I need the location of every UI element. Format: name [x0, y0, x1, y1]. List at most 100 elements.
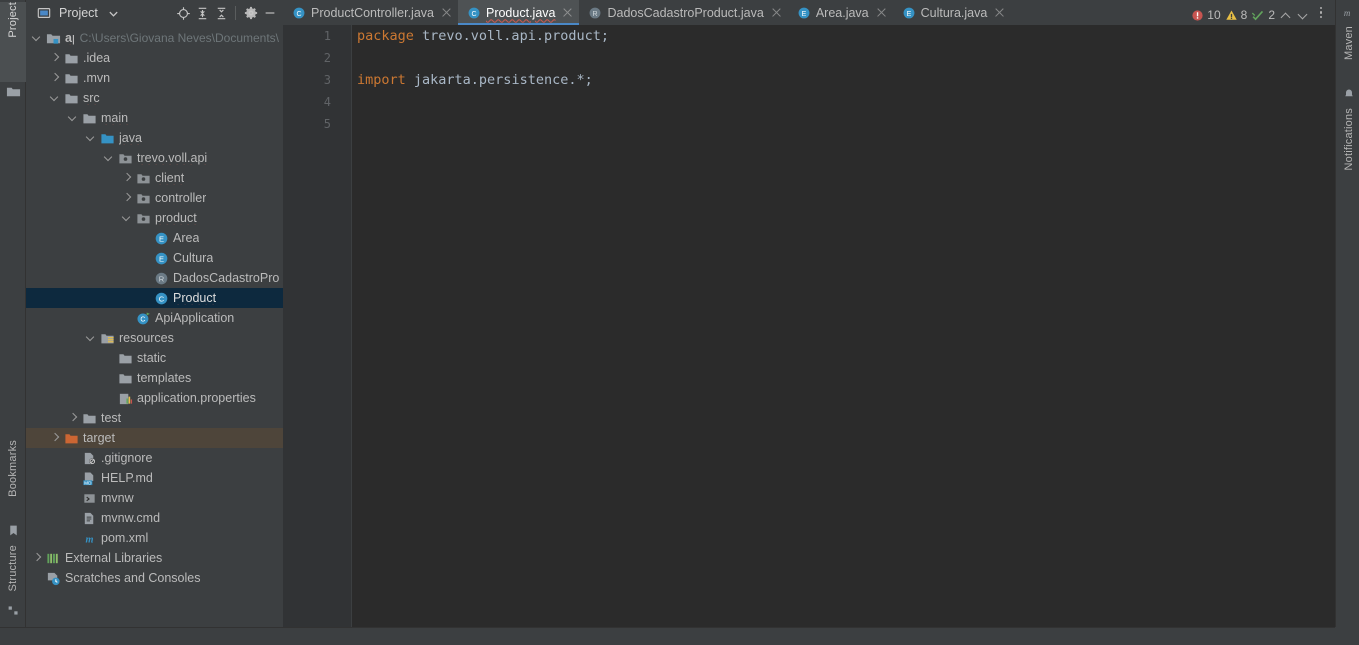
chevron-down-icon[interactable]	[86, 133, 97, 144]
typo-count[interactable]: 2	[1251, 8, 1275, 22]
editor-tab-productcontroller-java[interactable]: C ProductController.java	[283, 0, 458, 25]
error-count[interactable]: 10	[1191, 8, 1221, 22]
chevron-right-icon[interactable]	[122, 173, 133, 184]
gear-icon[interactable]	[242, 4, 260, 22]
minus-icon[interactable]	[261, 4, 279, 22]
tree-item-java[interactable]: java	[26, 128, 283, 148]
rail-button-project[interactable]: Project	[0, 2, 26, 82]
more-vertical-icon[interactable]	[1313, 6, 1329, 19]
code-line[interactable]	[351, 91, 1335, 113]
chevron-down-icon[interactable]	[1296, 9, 1309, 22]
java-class-icon: C	[467, 6, 481, 20]
code-content[interactable]: package trevo.voll.api.product; import ja…	[351, 25, 1335, 627]
chevron-down-icon[interactable]	[68, 113, 79, 124]
structure-icon	[0, 604, 26, 622]
editor-tab-area-java[interactable]: E Area.java	[788, 0, 893, 25]
rail-button-bookmarks[interactable]: Bookmarks	[0, 440, 26, 524]
tree-item--mvn[interactable]: .mvn	[26, 68, 283, 88]
chevron-down-icon[interactable]	[86, 333, 97, 344]
chevron-down-icon[interactable]	[122, 213, 133, 224]
tree-item-static[interactable]: static	[26, 348, 283, 368]
tree-item-product[interactable]: C Product	[26, 288, 283, 308]
close-icon[interactable]	[994, 7, 1005, 18]
chevron-down-icon[interactable]	[104, 153, 115, 164]
tree-item-resources[interactable]: resources	[26, 328, 283, 348]
chevron-right-icon[interactable]	[122, 193, 133, 204]
rail-button-notifications[interactable]: Notifications	[1336, 108, 1359, 200]
code-line[interactable]	[351, 47, 1335, 69]
collapse-all-icon[interactable]	[212, 4, 230, 22]
chevron-right-icon[interactable]	[32, 553, 43, 564]
record-class-icon: R	[588, 6, 602, 20]
warning-count[interactable]: 8	[1225, 8, 1247, 22]
close-icon[interactable]	[771, 7, 782, 18]
tree-item-mvnw[interactable]: mvnw	[26, 488, 283, 508]
chevron-down-icon[interactable]	[105, 4, 123, 22]
close-icon[interactable]	[562, 7, 573, 18]
tree-item--gitignore[interactable]: .gitignore	[26, 448, 283, 468]
tree-item-controller[interactable]: controller	[26, 188, 283, 208]
tree-item-scratches-and-consoles[interactable]: Scratches and Consoles	[26, 568, 283, 588]
project-panel-title: Project	[59, 6, 98, 20]
tree-item-apiapplication[interactable]: C ApiApplication	[26, 308, 283, 328]
editor-tab-label: Area.java	[815, 5, 869, 20]
tree-item-help-md[interactable]: MD HELP.md	[26, 468, 283, 488]
tree-item-product[interactable]: product	[26, 208, 283, 228]
tree-item-external-libraries[interactable]: External Libraries	[26, 548, 283, 568]
record-class-icon: R	[153, 270, 169, 286]
chevron-right-icon[interactable]	[68, 413, 79, 424]
rail-label-notifications: Notifications	[1343, 108, 1355, 171]
tree-item-src[interactable]: src	[26, 88, 283, 108]
tree-item-cultura[interactable]: E Cultura	[26, 248, 283, 268]
chevron-right-icon[interactable]	[50, 433, 61, 444]
chevron-down-icon[interactable]	[50, 93, 61, 104]
chevron-up-icon[interactable]	[1279, 9, 1292, 22]
tree-item-main[interactable]: main	[26, 108, 283, 128]
chevron-right-icon[interactable]	[50, 53, 61, 64]
expand-all-icon[interactable]	[193, 4, 211, 22]
tree-item--idea[interactable]: .idea	[26, 48, 283, 68]
tree-item-application-properties[interactable]: application.properties	[26, 388, 283, 408]
editor-gutter[interactable]: 1 2 3 4 5	[283, 25, 339, 627]
editor-body[interactable]: 1 2 3 4 5 package trevo.voll.api.product; imp…	[283, 25, 1335, 627]
rail-button-maven[interactable]: Maven	[1336, 26, 1359, 82]
tree-item-trevo-voll-api[interactable]: trevo.voll.api	[26, 148, 283, 168]
tree-item-api[interactable]: api C:\Users\Giovana Neves\Documents\	[26, 28, 283, 48]
tree-item-dadoscadastroprodu[interactable]: R DadosCadastroProdu	[26, 268, 283, 288]
folder-icon	[117, 350, 133, 366]
chevron-right-icon[interactable]	[50, 73, 61, 84]
close-icon[interactable]	[876, 7, 887, 18]
tree-item-area[interactable]: E Area	[26, 228, 283, 248]
editor-tab-dadoscadastroproduct-java[interactable]: R DadosCadastroProduct.java	[579, 0, 787, 25]
code-line[interactable]: package trevo.voll.api.product;	[351, 25, 1335, 47]
inspection-widget[interactable]: 10 8 2	[1191, 5, 1309, 25]
editor-tab-product-java[interactable]: C Product.java	[457, 0, 580, 25]
tree-item-templates[interactable]: templates	[26, 368, 283, 388]
tree-item-test[interactable]: test	[26, 408, 283, 428]
tree-item-pom-xml[interactable]: m pom.xml	[26, 528, 283, 548]
tree-item-target[interactable]: target	[26, 428, 283, 448]
resource-folder-icon	[99, 330, 115, 346]
warning-icon	[1225, 9, 1238, 22]
enum-class-icon: E	[902, 6, 916, 20]
project-icon	[0, 84, 26, 104]
rail-label-structure: Structure	[7, 545, 19, 592]
tree-item-label: HELP.md	[101, 471, 153, 485]
project-tool-window: Project a C:\Users\Giovana Neves\Documen…	[26, 0, 283, 627]
tree-item-client[interactable]: client	[26, 168, 283, 188]
editor-fold-column[interactable]	[339, 25, 351, 627]
editor-tab-cultura-java[interactable]: E Cultura.java	[893, 0, 1012, 25]
module-folder-icon	[45, 30, 61, 46]
editor-marker-scrollbar[interactable]	[1319, 50, 1335, 627]
package-icon	[135, 190, 151, 206]
crosshair-icon[interactable]	[174, 4, 192, 22]
chevron-down-icon[interactable]	[32, 33, 43, 44]
tree-item-label: application.properties	[137, 391, 256, 405]
tree-item-mvnw-cmd[interactable]: mvnw.cmd	[26, 508, 283, 528]
close-icon[interactable]	[441, 7, 452, 18]
project-tree[interactable]: api C:\Users\Giovana Neves\Documents\ .ide…	[26, 26, 283, 627]
code-line[interactable]: import jakarta.persistence.*;	[351, 69, 1335, 91]
